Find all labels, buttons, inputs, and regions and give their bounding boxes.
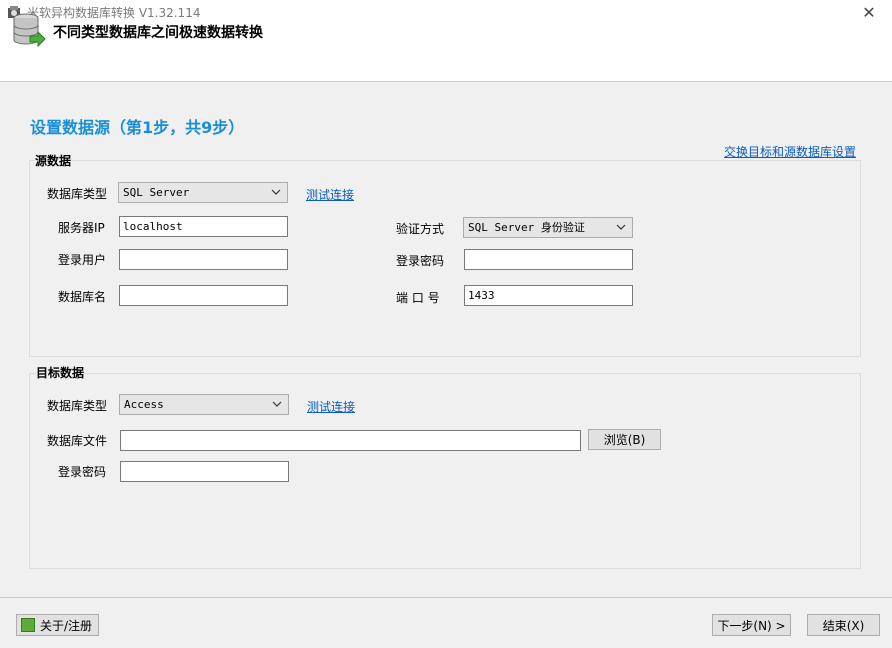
chevron-down-icon (272, 401, 282, 407)
target-password-label: 登录密码 (58, 465, 107, 479)
source-port-input[interactable]: 1433 (464, 285, 633, 306)
source-db-type-label: 数据库类型 (47, 187, 108, 201)
target-db-type-value: Access (124, 398, 164, 411)
target-db-file-label: 数据库文件 (47, 434, 108, 448)
source-auth-value: SQL Server 身份验证 (468, 221, 585, 234)
source-db-type-value: SQL Server (123, 186, 190, 199)
chevron-down-icon (616, 224, 626, 230)
next-button[interactable]: 下一步(N) > (712, 614, 791, 636)
close-icon: ✕ (862, 2, 876, 22)
source-port-label: 端 口 号 (396, 291, 440, 305)
header-title: 不同类型数据库之间极速数据转换 (53, 25, 263, 41)
about-icon (21, 618, 35, 632)
about-register-button[interactable]: 关于/注册 (16, 614, 99, 636)
source-password-label: 登录密码 (396, 254, 445, 268)
step-title: 设置数据源（第1步，共9步） (30, 118, 245, 137)
swap-source-target-link[interactable]: 交换目标和源数据库设置 (724, 143, 856, 160)
source-db-name-label: 数据库名 (58, 290, 107, 304)
target-test-connection-link[interactable]: 测试连接 (307, 398, 355, 415)
target-group-title: 目标数据 (36, 364, 85, 381)
source-auth-label: 验证方式 (396, 222, 445, 236)
chevron-down-icon (271, 189, 281, 195)
target-db-type-select[interactable]: Access (119, 394, 289, 415)
source-group-title: 源数据 (35, 152, 72, 169)
target-password-input[interactable] (120, 461, 289, 482)
window-title: 米软异构数据库转换 V1.32.114 (27, 6, 201, 20)
source-auth-select[interactable]: SQL Server 身份验证 (463, 217, 633, 238)
footer-separator (0, 597, 892, 598)
source-test-connection-link[interactable]: 测试连接 (306, 186, 354, 203)
database-arrow-icon (13, 13, 46, 48)
close-button[interactable]: ✕ (846, 0, 892, 24)
source-db-type-select[interactable]: SQL Server (118, 182, 288, 203)
target-db-file-input[interactable] (120, 430, 581, 451)
about-register-label: 关于/注册 (40, 618, 93, 633)
source-password-input[interactable] (464, 249, 633, 270)
source-user-input[interactable] (119, 249, 288, 270)
source-server-ip-input[interactable]: localhost (119, 216, 288, 237)
source-server-ip-label: 服务器IP (58, 221, 105, 235)
browse-button[interactable]: 浏览(B) (588, 429, 661, 450)
source-db-name-input[interactable] (119, 285, 288, 306)
source-user-label: 登录用户 (58, 253, 107, 267)
target-db-type-label: 数据库类型 (47, 399, 108, 413)
finish-button[interactable]: 结束(X) (807, 614, 880, 636)
